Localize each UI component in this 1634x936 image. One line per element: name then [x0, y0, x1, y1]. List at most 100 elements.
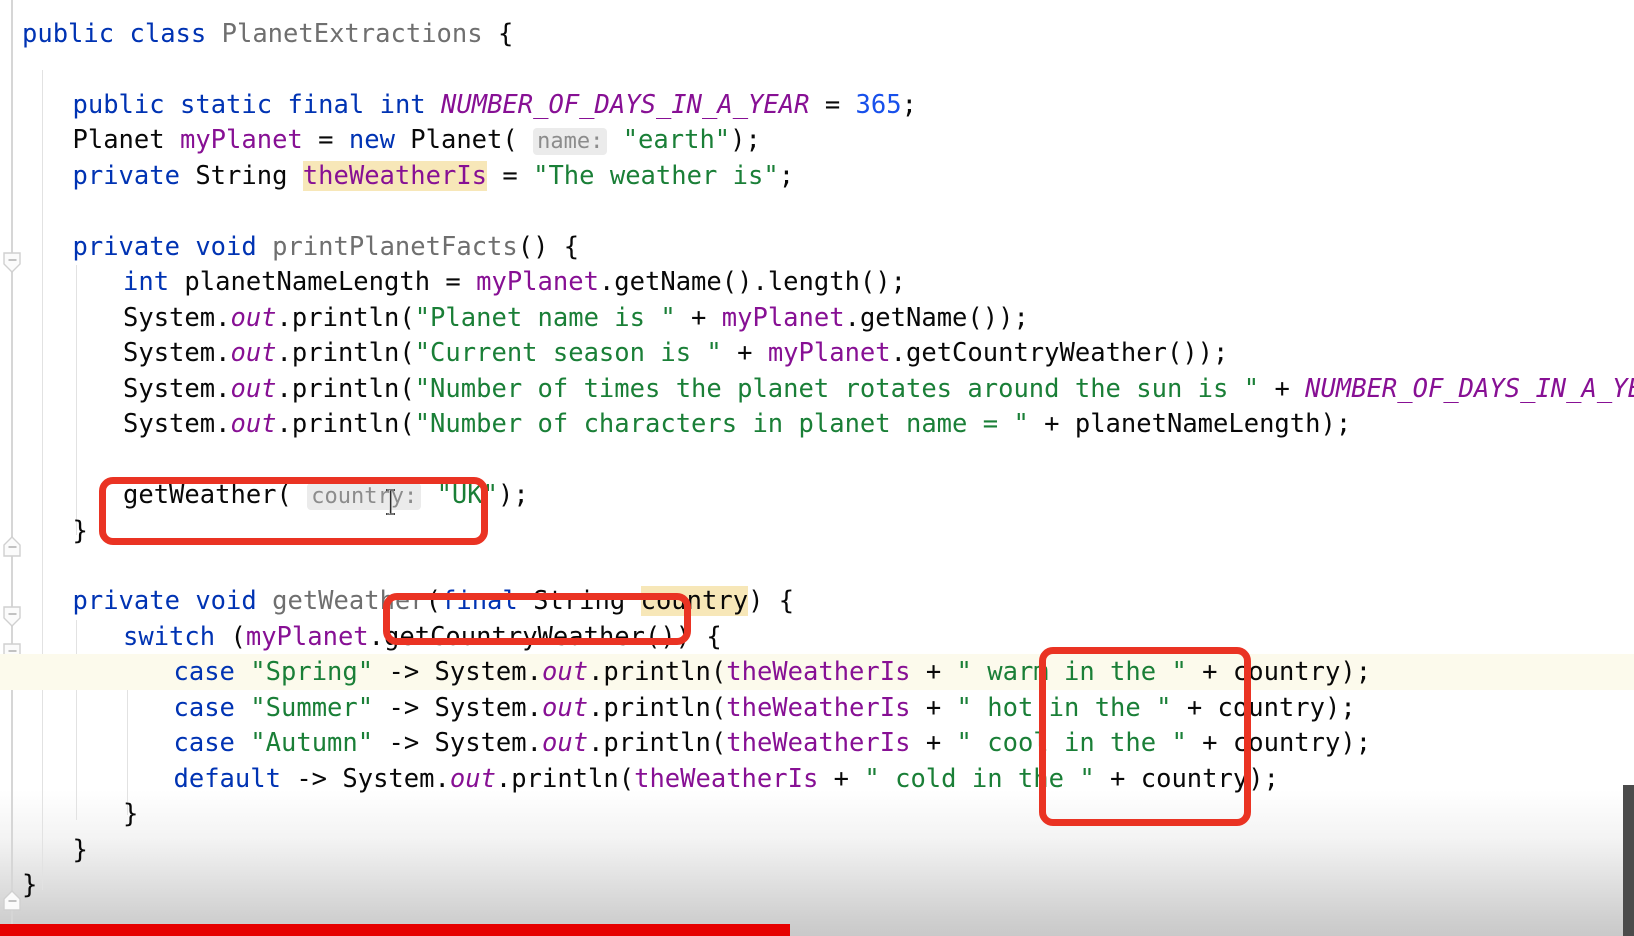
code-token: +	[910, 728, 957, 758]
code-line[interactable]: System.out.println("Current season is " …	[0, 335, 1634, 371]
code-token: theWeatherIs	[726, 657, 911, 687]
code-line[interactable]: System.out.println("Planet name is " + m…	[0, 300, 1634, 336]
code-line[interactable]: case "Summer" -> System.out.println(theW…	[0, 690, 1634, 726]
code-token: "UK"	[436, 480, 498, 510]
code-token: + country);	[1094, 764, 1279, 794]
code-token: "earth"	[622, 125, 731, 155]
code-line[interactable]: int planetNameLength = myPlanet.getName(…	[0, 264, 1634, 300]
code-token: myPlanet	[767, 338, 891, 368]
code-line[interactable]: private String theWeatherIs = "The weath…	[0, 158, 1634, 194]
code-token: theWeatherIs	[302, 161, 488, 191]
code-token: +	[910, 693, 957, 723]
code-token: +	[910, 657, 957, 687]
code-line[interactable]: System.out.println("Number of characters…	[0, 406, 1634, 442]
code-token: System.	[123, 374, 231, 404]
code-token: myPlanet	[245, 622, 369, 652]
code-token: (	[215, 622, 246, 652]
code-token: String	[179, 161, 303, 191]
code-line[interactable]	[0, 193, 1634, 229]
code-token: =	[487, 161, 534, 191]
code-line[interactable]	[0, 548, 1634, 584]
code-token: " warm in the "	[956, 657, 1187, 687]
code-token: void	[195, 232, 257, 262]
code-token: out	[449, 764, 496, 794]
code-area[interactable]: public class PlanetExtractions {public s…	[0, 0, 1634, 936]
code-token: }	[22, 870, 38, 900]
code-token: ;	[778, 161, 795, 191]
code-token: " cold in the "	[864, 764, 1095, 794]
code-token: System.	[123, 409, 231, 439]
code-line[interactable]: Planet myPlanet = new Planet( name: "ear…	[0, 122, 1634, 158]
code-token: myPlanet	[179, 125, 303, 155]
code-line[interactable]	[0, 52, 1634, 88]
code-line[interactable]: }	[0, 796, 1634, 832]
code-token: public	[72, 90, 165, 120]
code-token: case	[173, 657, 235, 687]
code-line[interactable]: default -> System.out.println(theWeather…	[0, 761, 1634, 797]
code-token: switch	[123, 622, 216, 652]
code-line[interactable]: getWeather( country: "UK");	[0, 477, 1634, 513]
code-token: out	[230, 338, 277, 368]
code-token: }	[72, 835, 88, 865]
code-token: .println(	[588, 728, 727, 758]
code-token: myPlanet	[721, 303, 845, 333]
code-token: ;	[901, 90, 917, 120]
code-token: NUMBER_OF_DAYS_IN_A_YEAR	[1305, 374, 1634, 404]
code-token: "Current season is "	[414, 338, 722, 368]
code-token: theWeatherIs	[634, 764, 819, 794]
code-token: public	[22, 19, 115, 49]
code-line[interactable]: public class PlanetExtractions {	[0, 16, 1634, 52]
code-line[interactable]: case "Spring" -> System.out.println(theW…	[0, 654, 1634, 690]
code-line[interactable]: private void printPlanetFacts() {	[0, 229, 1634, 265]
code-line[interactable]: private void getWeather(final String cou…	[0, 583, 1634, 619]
code-line[interactable]: System.out.println("Number of times the …	[0, 371, 1634, 407]
code-token: out	[230, 409, 277, 439]
code-token: .println(	[588, 693, 727, 723]
code-line[interactable]: }	[0, 832, 1634, 868]
code-line[interactable]: public static final int NUMBER_OF_DAYS_I…	[0, 87, 1634, 123]
code-token: String	[517, 586, 641, 616]
code-token: +	[1259, 374, 1306, 404]
code-token: -> System.	[373, 657, 542, 687]
code-line[interactable]: case "Autumn" -> System.out.println(theW…	[0, 725, 1634, 761]
code-token: }	[123, 799, 139, 829]
code-token: .println(	[276, 303, 415, 333]
code-token: "Planet name is "	[414, 303, 676, 333]
code-token: }	[72, 516, 88, 546]
code-line[interactable]: }	[0, 867, 1634, 903]
vertical-scrollbar-thumb[interactable]	[1623, 785, 1634, 936]
code-token: + country);	[1171, 693, 1356, 723]
code-token: case	[173, 693, 235, 723]
code-token: -> System.	[373, 728, 542, 758]
code-token: default	[173, 764, 281, 794]
code-token: "Autumn"	[250, 728, 374, 758]
code-token: out	[230, 303, 277, 333]
code-token: final	[441, 586, 518, 616]
code-token: case	[173, 728, 235, 758]
code-line[interactable]	[0, 442, 1634, 478]
code-token: void	[195, 586, 257, 616]
code-token: getWeather(	[123, 480, 308, 510]
code-token: .getCountryWeather()) {	[368, 622, 722, 652]
code-token: name:	[533, 128, 608, 155]
code-token: final	[287, 90, 365, 120]
code-token: -> System.	[280, 764, 450, 794]
code-token: () {	[517, 232, 580, 262]
code-token: "The weather is"	[533, 161, 779, 191]
code-editor-screenshot: public class PlanetExtractions {public s…	[0, 0, 1634, 936]
code-token: .getName());	[844, 303, 1029, 333]
code-token: private	[72, 232, 180, 262]
code-token: {	[482, 19, 514, 49]
code-token: .getName().length();	[598, 267, 906, 297]
code-line[interactable]: switch (myPlanet.getCountryWeather()) {	[0, 619, 1634, 655]
code-line[interactable]: }	[0, 513, 1634, 549]
code-token: System.	[123, 338, 231, 368]
code-token: out	[230, 374, 277, 404]
code-token: "Summer"	[250, 693, 374, 723]
code-token: out	[542, 728, 589, 758]
